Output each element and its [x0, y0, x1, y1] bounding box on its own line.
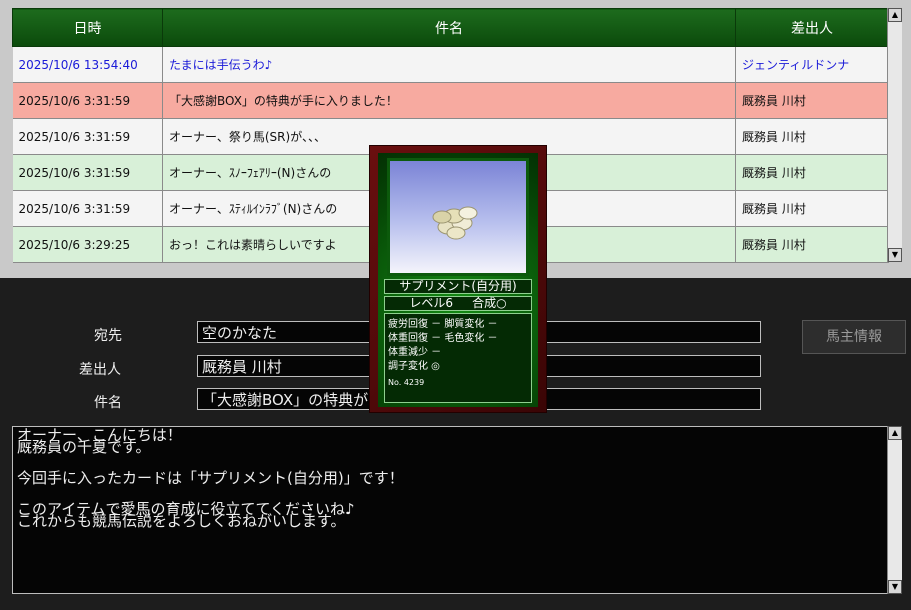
item-card-popup: サプリメント(自分用) レベル6 合成○ 疲労回復 － 脚質変化 － 体重回復 … [369, 145, 547, 413]
column-header-subject[interactable]: 件名 [162, 8, 736, 47]
row-sender: 厩務員 川村 [735, 226, 889, 263]
row-sender: 厩務員 川村 [735, 154, 889, 191]
subject-label: 件名 [94, 395, 122, 411]
column-header-datetime[interactable]: 日時 [12, 8, 163, 47]
message-body: オーナー、こんにちは！ 厩務員の千夏です。 今回手に入ったカードは「サプリメント… [12, 426, 888, 594]
row-datetime: 2025/10/6 3:29:25 [12, 226, 163, 263]
row-datetime: 2025/10/6 3:31:59 [12, 154, 163, 191]
card-number: No. 4239 [388, 378, 425, 387]
from-label: 差出人 [79, 362, 121, 378]
row-subject: 「大感謝BOX」の特典が手に入りました！ [162, 82, 736, 119]
card-stat-line: 調子変化 ◎ [388, 361, 440, 372]
row-datetime: 2025/10/6 13:54:40 [12, 46, 163, 83]
table-row[interactable]: 2025/10/6 13:54:40 たまには手伝うわ♪ ジェンティルドンナ [12, 46, 889, 83]
column-header-sender[interactable]: 差出人 [735, 8, 889, 47]
row-sender: 厩務員 川村 [735, 190, 889, 227]
card-stat-line: 体重回復 － 毛色変化 － [388, 333, 498, 344]
row-subject: たまには手伝うわ♪ [162, 46, 736, 83]
message-line: これからも競馬伝説をよろしくおねがいします。 [17, 512, 346, 530]
card-name: サプリメント(自分用) [384, 279, 532, 294]
card-stats: 疲労回復 － 脚質変化 － 体重回復 － 毛色変化 － 体重減少 － 調子変化 … [384, 313, 532, 403]
card-stat-line: 疲労回復 － 脚質変化 － [388, 319, 498, 330]
scroll-down-arrow-icon[interactable]: ▼ [888, 580, 902, 594]
row-datetime: 2025/10/6 3:31:59 [12, 118, 163, 155]
card-image [387, 158, 529, 276]
message-line: 今回手に入ったカードは「サプリメント(自分用)」です！ [17, 469, 404, 487]
card-synthesis: 合成○ [472, 296, 507, 310]
scroll-up-arrow-icon[interactable]: ▲ [888, 8, 902, 22]
row-sender: ジェンティルドンナ [735, 46, 889, 83]
scroll-down-arrow-icon[interactable]: ▼ [888, 248, 902, 262]
row-datetime: 2025/10/6 3:31:59 [12, 82, 163, 119]
card-frame: サプリメント(自分用) レベル6 合成○ 疲労回復 － 脚質変化 － 体重回復 … [378, 153, 538, 407]
scroll-up-arrow-icon[interactable]: ▲ [888, 426, 902, 440]
card-stat-line: 体重減少 － [388, 347, 442, 358]
supplement-pills-icon [432, 206, 478, 240]
message-line: 厩務員の千夏です。 [17, 438, 151, 456]
owner-info-button[interactable]: 馬主情報 [802, 320, 906, 354]
table-row[interactable]: 2025/10/6 3:31:59 「大感謝BOX」の特典が手に入りました！ 厩… [12, 82, 889, 119]
to-label: 宛先 [94, 328, 122, 344]
card-level: レベル6 [409, 296, 454, 310]
table-header-row: 日時 件名 差出人 [12, 8, 889, 47]
card-level-row: レベル6 合成○ [384, 296, 532, 311]
row-sender: 厩務員 川村 [735, 118, 889, 155]
row-datetime: 2025/10/6 3:31:59 [12, 190, 163, 227]
message-scrollbar[interactable]: ▲ ▼ [887, 426, 902, 594]
row-sender: 厩務員 川村 [735, 82, 889, 119]
mail-list-scrollbar[interactable]: ▲ ▼ [887, 8, 902, 262]
